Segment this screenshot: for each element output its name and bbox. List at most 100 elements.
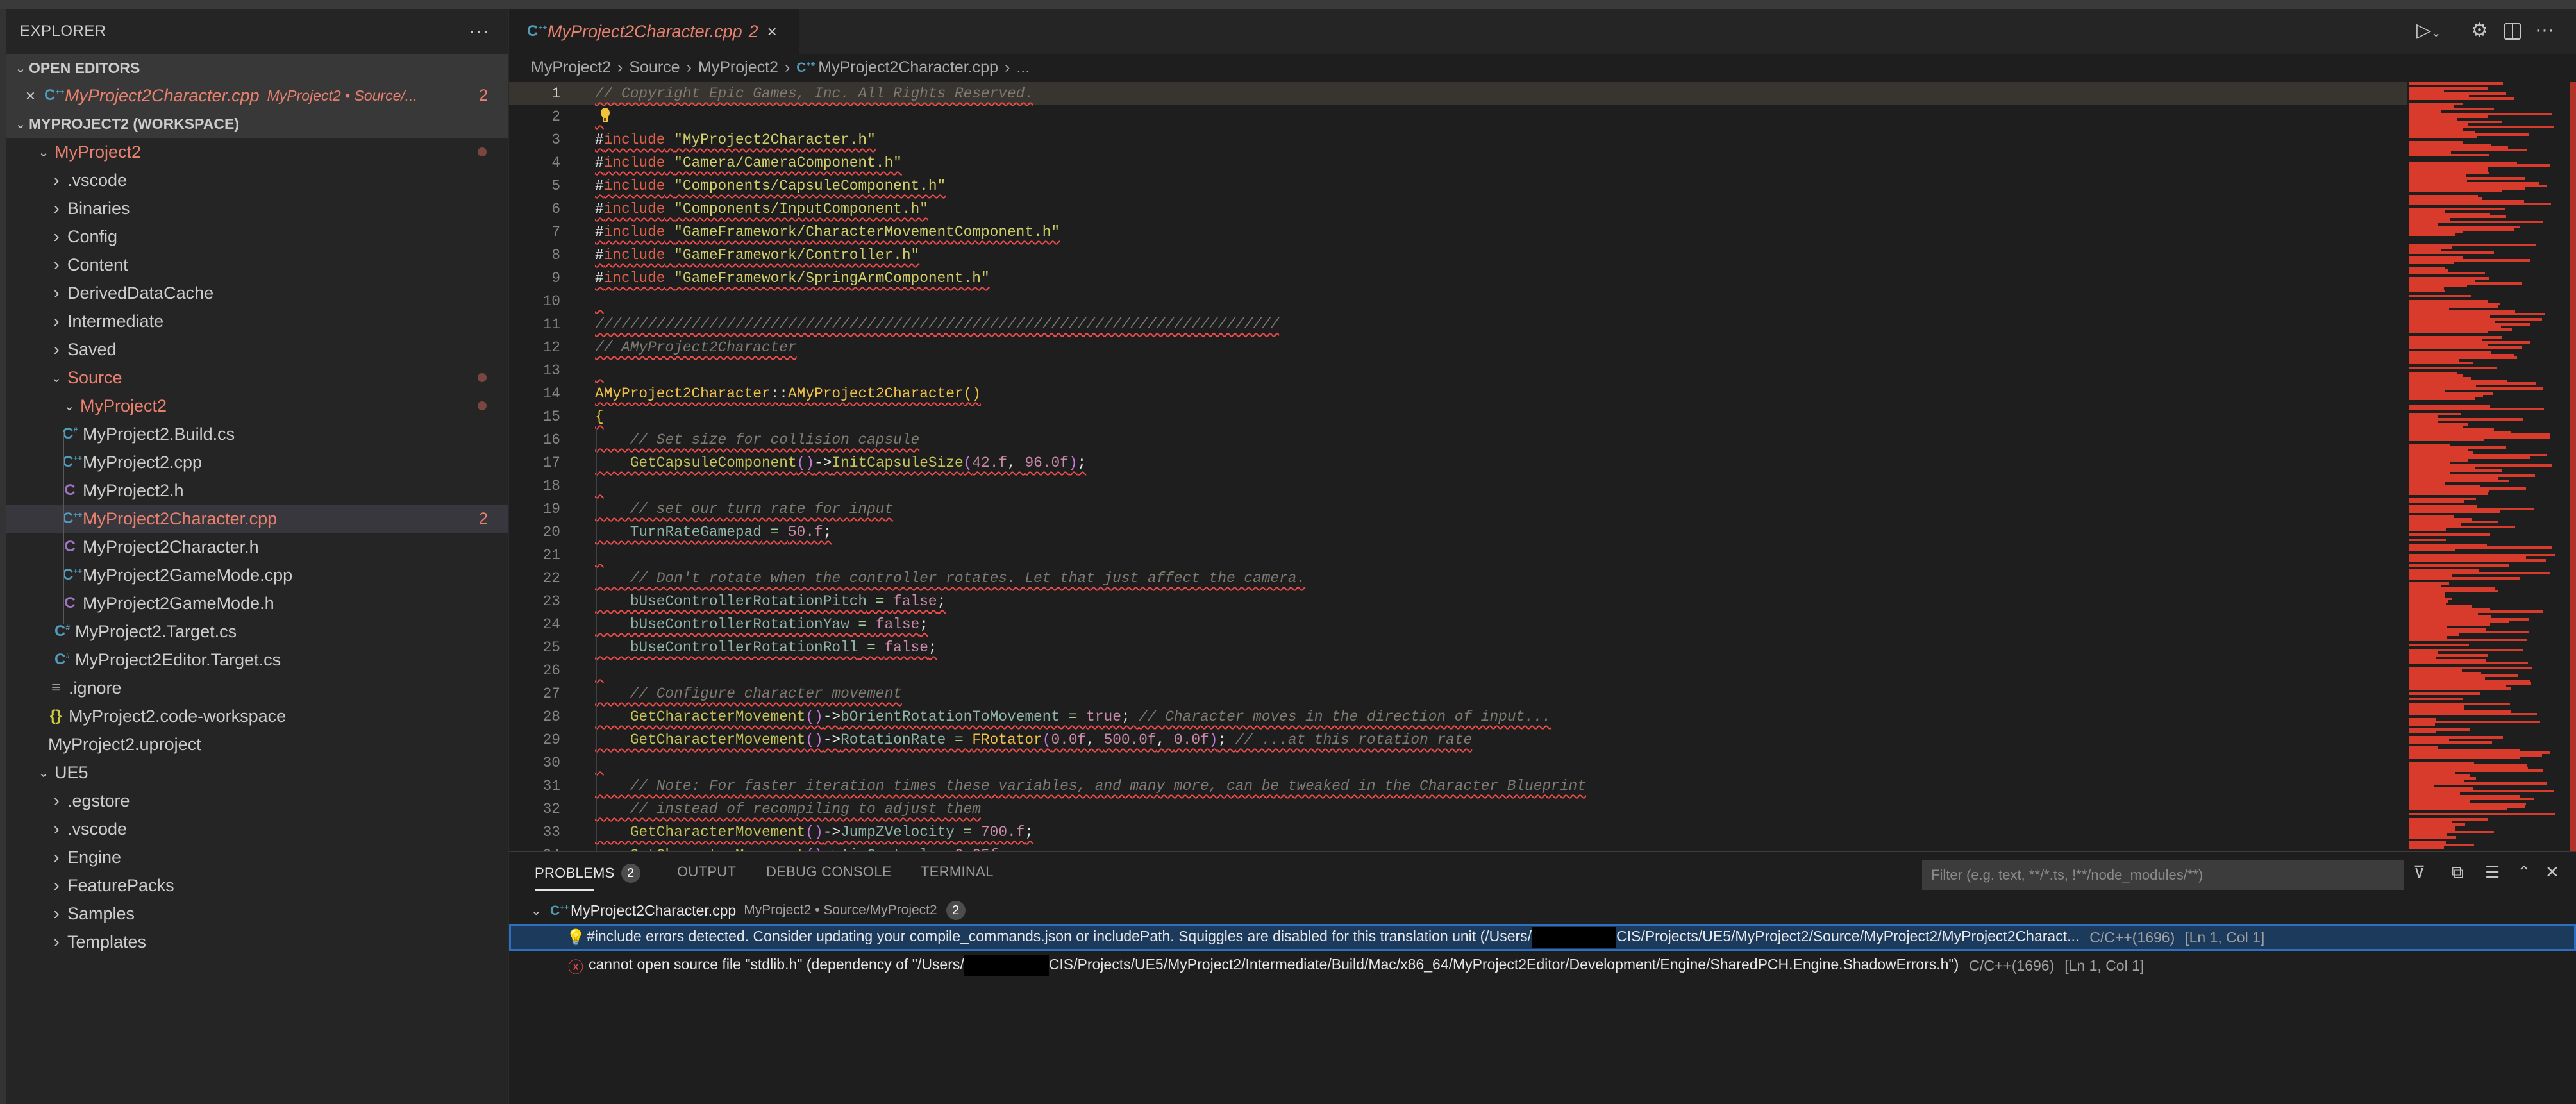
problem-row[interactable]: 💡 #include errors detected. Consider upd…	[509, 924, 2576, 951]
code-line[interactable]: 3 #include "MyProject2Character.h"	[509, 128, 2407, 151]
tab-debug-console[interactable]: DEBUG CONSOLE	[766, 864, 892, 880]
code-line[interactable]: 1 // Copyright Epic Games, Inc. All Right…	[509, 82, 2407, 105]
close-icon[interactable]: ×	[6, 86, 44, 106]
lightbulb-icon[interactable]	[600, 108, 610, 122]
split-editor-icon[interactable]	[2504, 23, 2521, 40]
tree-item[interactable]: {} MyProject2.code-workspace	[6, 702, 508, 730]
code-line[interactable]: 5 #include "Components/CapsuleComponent.h…	[509, 174, 2407, 197]
tab-problems[interactable]: PROBLEMS 2	[535, 864, 640, 883]
open-editors-header[interactable]: ⌄ OPEN EDITORS	[6, 54, 508, 82]
gear-icon[interactable]: ⚙	[2471, 19, 2488, 42]
tree-item[interactable]: C MyProject2.h	[6, 476, 508, 505]
maximize-panel-icon[interactable]: ⌃	[2517, 862, 2531, 882]
code-line[interactable]: 32 // instead of recompiling to adjust t…	[509, 798, 2407, 821]
tree-item[interactable]: C MyProject2GameMode.h	[6, 589, 508, 617]
code-line[interactable]: 15 {	[509, 405, 2407, 428]
breadcrumb-item[interactable]: MyProject2	[531, 58, 611, 77]
code-line[interactable]: 24 bUseControllerRotationYaw = false;	[509, 613, 2407, 636]
tree-item[interactable]: C# MyProject2Editor.Target.cs	[6, 646, 508, 674]
code-line[interactable]: 18	[509, 474, 2407, 498]
code-line[interactable]: 25 bUseControllerRotationRoll = false;	[509, 636, 2407, 659]
tree-item[interactable]: › Samples	[6, 899, 508, 928]
close-icon[interactable]: ×	[767, 22, 777, 42]
collapse-all-icon[interactable]: ⧉	[2452, 862, 2464, 883]
tree-item[interactable]: › Saved	[6, 335, 508, 364]
tree-item[interactable]: MyProject2.uproject	[6, 730, 508, 758]
tab-myproject2character-cpp[interactable]: C++ MyProject2Character.cpp 2 ×	[509, 9, 799, 54]
code-line[interactable]: 12 // AMyProject2Character	[509, 336, 2407, 359]
code-line[interactable]: 7 #include "GameFramework/CharacterMoveme…	[509, 221, 2407, 244]
code-line[interactable]: 21	[509, 544, 2407, 567]
problems-filter-input[interactable]: Filter (e.g. text, **/*.ts, !**/node_mod…	[1922, 860, 2404, 890]
code-line[interactable]: 16 // Set size for collision capsule	[509, 428, 2407, 451]
more-actions-icon[interactable]: ···	[2535, 19, 2554, 41]
tree-item[interactable]: › Engine	[6, 843, 508, 871]
code-line[interactable]: 13	[509, 359, 2407, 382]
code-line[interactable]: 30	[509, 751, 2407, 774]
code-line[interactable]: 31 // Note: For faster iteration times t…	[509, 774, 2407, 798]
code-line[interactable]: 14 AMyProject2Character::AMyProject2Chara…	[509, 382, 2407, 405]
tree-item[interactable]: C++ MyProject2Character.cpp 2	[6, 505, 508, 533]
tree-item[interactable]: › .egstore	[6, 787, 508, 815]
code-line[interactable]: 26	[509, 659, 2407, 682]
breadcrumb-item[interactable]: Source	[629, 58, 680, 77]
code-token: #	[595, 131, 604, 148]
tree-item[interactable]: › Binaries	[6, 194, 508, 222]
tree-item[interactable]: ⌄ MyProject2	[6, 138, 508, 166]
breadcrumb-item[interactable]: MyProject2	[698, 58, 778, 77]
tree-item[interactable]: ≡ .ignore	[6, 674, 508, 702]
tree-item[interactable]: C MyProject2Character.h	[6, 533, 508, 561]
code-line[interactable]: 20 TurnRateGamepad = 50.f;	[509, 521, 2407, 544]
code-line[interactable]: 11 //////////////////////////////////////…	[509, 313, 2407, 336]
code-line[interactable]: 23 bUseControllerRotationPitch = false;	[509, 590, 2407, 613]
tree-item[interactable]: › Intermediate	[6, 307, 508, 335]
code-line[interactable]: 29 GetCharacterMovement()->RotationRate …	[509, 728, 2407, 751]
tree-item[interactable]: › DerivedDataCache	[6, 279, 508, 307]
code-line[interactable]: 27 // Configure character movement	[509, 682, 2407, 705]
tree-item[interactable]: › .vscode	[6, 166, 508, 194]
tree-item[interactable]: ⌄ MyProject2	[6, 392, 508, 420]
tab-output[interactable]: OUTPUT	[677, 864, 736, 880]
tree-item[interactable]: › Content	[6, 251, 508, 279]
filter-icon[interactable]: ⊽	[2413, 862, 2425, 882]
code-line[interactable]: 9 #include "GameFramework/SpringArmCompon…	[509, 267, 2407, 290]
problem-row[interactable]: ⓧ cannot open source file "stdlib.h" (de…	[509, 952, 2576, 979]
code-line[interactable]: 2	[509, 105, 2407, 128]
tree-item[interactable]: C# MyProject2.Build.cs	[6, 420, 508, 448]
tree-item[interactable]: › .vscode	[6, 815, 508, 843]
code-line[interactable]: 19 // set our turn rate for input	[509, 498, 2407, 521]
overview-ruler-scrollbar[interactable]	[2570, 82, 2576, 851]
tree-item-label: UE5	[54, 762, 88, 782]
tree-item[interactable]: C++ MyProject2GameMode.cpp	[6, 561, 508, 589]
code-line[interactable]: 17 GetCapsuleComponent()->InitCapsuleSiz…	[509, 451, 2407, 474]
code-line[interactable]: 8 #include "GameFramework/Controller.h"	[509, 244, 2407, 267]
tree-item[interactable]: ⌄ UE5	[6, 758, 508, 787]
code-token: JumpZVelocity	[841, 824, 955, 841]
code-line[interactable]: 22 // Don't rotate when the controller r…	[509, 567, 2407, 590]
breadcrumb-item[interactable]: ...	[1016, 58, 1030, 77]
tree-item[interactable]: › FeaturePacks	[6, 871, 508, 899]
problem-file-group[interactable]: ⌄ C++ MyProject2Character.cpp MyProject2…	[509, 897, 2576, 924]
run-debug-icon[interactable]: ▷⌄	[2416, 19, 2441, 42]
code-line[interactable]: 10	[509, 290, 2407, 313]
tree-item[interactable]: › Config	[6, 222, 508, 251]
close-panel-icon[interactable]: ✕	[2545, 862, 2559, 882]
code-line[interactable]: 28 GetCharacterMovement()->bOrientRotati…	[509, 705, 2407, 728]
view-as-list-icon[interactable]: ☰	[2485, 862, 2500, 882]
tab-terminal[interactable]: TERMINAL	[921, 864, 994, 880]
tree-item[interactable]: ⌄ Source	[6, 364, 508, 392]
tree-item[interactable]: › Templates	[6, 928, 508, 956]
code-line[interactable]: 34 GetCharacterMovement()->AirControl = …	[509, 844, 2407, 851]
tree-item[interactable]: C++ MyProject2.cpp	[6, 448, 508, 476]
code-line[interactable]: 33 GetCharacterMovement()->JumpZVelocity…	[509, 821, 2407, 844]
code-editor[interactable]: 1 // Copyright Epic Games, Inc. All Right…	[509, 82, 2407, 851]
code-text: AMyProject2Character::AMyProject2Charact…	[595, 382, 981, 405]
workspace-header[interactable]: ⌄ MYPROJECT2 (WORKSPACE)	[6, 110, 508, 138]
open-editor-item[interactable]: × C++ MyProject2Character.cpp MyProject2…	[6, 81, 508, 110]
minimap[interactable]	[2409, 82, 2557, 851]
code-line[interactable]: 4 #include "Camera/CameraComponent.h"	[509, 151, 2407, 174]
breadcrumb-item[interactable]: MyProject2Character.cpp	[818, 58, 998, 77]
code-line[interactable]: 6 #include "Components/InputComponent.h"	[509, 197, 2407, 221]
tree-item[interactable]: C# MyProject2.Target.cs	[6, 617, 508, 646]
more-actions-icon[interactable]: ···	[469, 21, 490, 41]
